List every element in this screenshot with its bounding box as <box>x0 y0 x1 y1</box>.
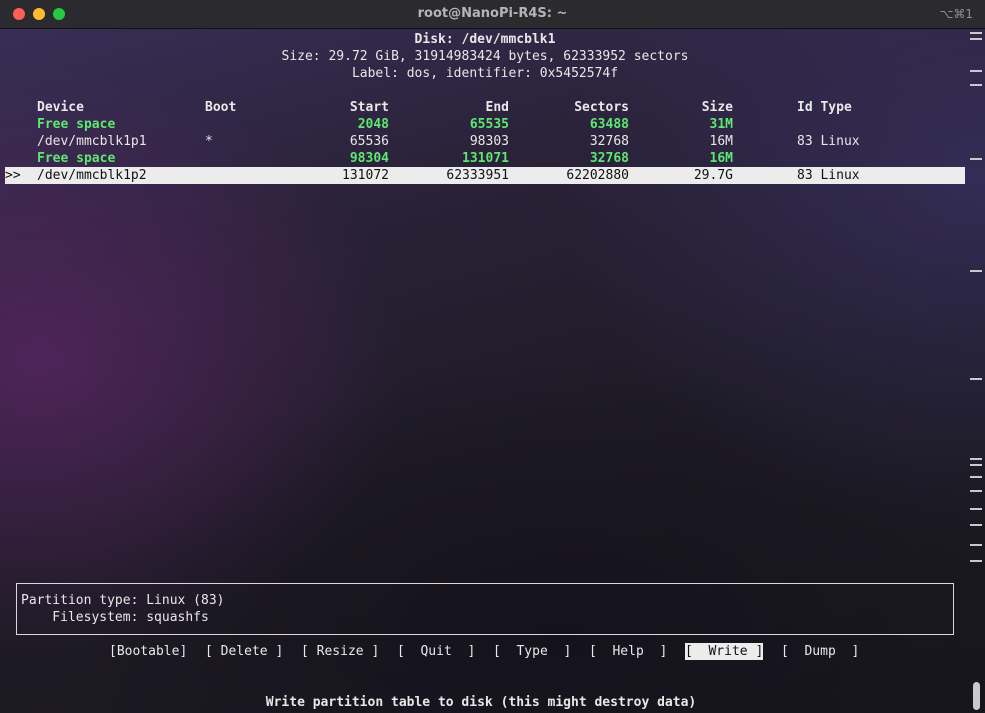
col-header-device: Device <box>37 100 84 115</box>
row-sectors: 62202880 <box>566 168 629 183</box>
disk-label: Label: dos, identifier: 0x5452574f <box>351 66 619 81</box>
col-header-idtype: Id Type <box>797 100 852 115</box>
col-header-size: Size <box>701 100 733 115</box>
resize-button[interactable]: [ Resize ] <box>301 643 379 660</box>
table-row[interactable]: Free space 98304 131071 32768 16M <box>5 150 965 167</box>
table-row[interactable]: Free space 2048 65535 63488 31M <box>5 116 965 133</box>
col-header-start: Start <box>349 100 389 115</box>
row-size: 31M <box>709 117 733 132</box>
title-bar[interactable]: root@NanoPi-R4S: ~ ⌥⌘1 <box>0 0 985 29</box>
terminal-window: root@NanoPi-R4S: ~ ⌥⌘1 Disk: /dev/mmcblk… <box>0 0 985 713</box>
type-button[interactable]: [ Type ] <box>493 643 571 660</box>
bootable-button[interactable]: [Bootable] <box>109 643 187 660</box>
window-title: root@NanoPi-R4S: ~ <box>417 6 568 21</box>
scrollbar[interactable] <box>967 28 985 713</box>
row-start: 2048 <box>357 117 389 132</box>
row-end: 65535 <box>469 117 509 132</box>
partition-type-info: Partition type: Linux (83) <box>21 593 225 608</box>
row-start: 131072 <box>342 168 389 183</box>
window-shortcut: ⌥⌘1 <box>939 7 973 21</box>
partition-info-box: Partition type: Linux (83) Filesystem: s… <box>16 583 954 635</box>
col-header-sectors: Sectors <box>574 100 629 115</box>
col-header-boot: Boot <box>205 100 237 115</box>
table-row[interactable]: >> /dev/mmcblk1p2 131072 62333951 62202880 29… <box>5 167 965 184</box>
row-boot-flag: * <box>205 134 213 149</box>
row-device: /dev/mmcblk1p1 <box>37 134 147 149</box>
disk-size: Size: 29.72 GiB, 31914983424 bytes, 6233… <box>281 49 689 64</box>
disk-name: Disk: /dev/mmcblk1 <box>414 32 556 47</box>
row-sectors: 32768 <box>589 151 629 166</box>
row-device: Free space <box>37 151 116 166</box>
row-selection-marker: >> <box>5 168 21 183</box>
row-idtype: 83 Linux <box>797 168 860 183</box>
status-hint: Write partition table to disk (this migh… <box>265 695 697 710</box>
row-size: 16M <box>709 134 733 149</box>
row-sectors: 63488 <box>589 117 629 132</box>
write-button[interactable]: [ Write ] <box>685 643 764 660</box>
row-size: 16M <box>709 151 733 166</box>
row-end: 98303 <box>469 134 509 149</box>
dump-button[interactable]: [ Dump ] <box>781 643 859 660</box>
help-button[interactable]: [ Help ] <box>589 643 667 660</box>
quit-button[interactable]: [ Quit ] <box>397 643 475 660</box>
row-device: Free space <box>37 117 116 132</box>
row-size: 29.7G <box>693 168 733 183</box>
table-row[interactable]: /dev/mmcblk1p1 * 65536 98303 32768 16M 83 Linu… <box>5 133 965 150</box>
row-start: 65536 <box>349 134 389 149</box>
row-end: 62333951 <box>446 168 509 183</box>
delete-button[interactable]: [ Delete ] <box>205 643 283 660</box>
scrollbar-thumb[interactable] <box>973 682 980 710</box>
row-device: /dev/mmcblk1p2 <box>37 168 147 183</box>
row-sectors: 32768 <box>589 134 629 149</box>
col-header-end: End <box>485 100 509 115</box>
row-end: 131071 <box>462 151 509 166</box>
filesystem-info: Filesystem: squashfs <box>21 610 209 625</box>
row-idtype: 83 Linux <box>797 134 860 149</box>
row-start: 98304 <box>349 151 389 166</box>
